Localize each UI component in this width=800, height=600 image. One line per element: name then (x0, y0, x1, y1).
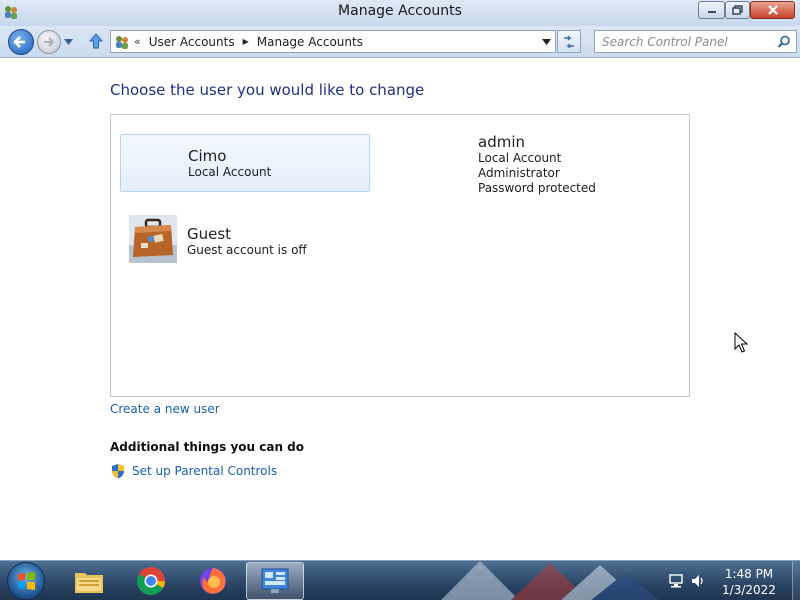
close-button[interactable] (750, 1, 795, 19)
page-title: Choose the user you would like to change (110, 81, 425, 99)
refresh-button[interactable] (557, 30, 581, 53)
file-explorer-icon (75, 573, 103, 593)
clock-date: 1/3/2022 (722, 583, 776, 597)
mouse-cursor-icon (734, 332, 748, 353)
recent-pages-dropdown-icon[interactable] (64, 38, 73, 46)
account-info: Guest Guest account is off (187, 225, 307, 258)
windows-logo-icon (18, 572, 35, 590)
taskbar-chrome[interactable] (122, 562, 180, 600)
taskbar: 1:48 PM 1/3/2022 (0, 560, 800, 600)
account-status: Guest account is off (187, 243, 307, 257)
create-new-user-link[interactable]: Create a new user (110, 402, 220, 416)
shield-icon (112, 464, 124, 479)
parental-controls-task[interactable]: Set up Parental Controls (110, 463, 277, 479)
close-icon (767, 5, 778, 15)
account-tile-cimo[interactable]: Cimo Local Account (120, 134, 370, 192)
search-box[interactable] (594, 30, 797, 53)
taskbar-firefox[interactable] (184, 562, 242, 600)
taskbar-file-explorer[interactable] (60, 562, 118, 600)
account-type: Local Account (478, 151, 562, 165)
parental-controls-link[interactable]: Set up Parental Controls (132, 464, 277, 478)
address-bar[interactable]: « User Accounts ▶ Manage Accounts (110, 30, 556, 53)
account-name: Guest (187, 225, 232, 243)
chrome-icon (137, 567, 165, 595)
search-icon[interactable] (777, 35, 791, 49)
title-bar: Manage Accounts (0, 0, 800, 26)
minimize-icon (707, 11, 716, 13)
search-input[interactable] (595, 31, 765, 52)
restore-icon (732, 5, 743, 15)
start-button[interactable] (7, 562, 45, 600)
maximize-button[interactable] (725, 1, 750, 19)
volume-icon[interactable] (690, 573, 706, 589)
account-tile-admin[interactable]: admin Local Account Administrator Passwo… (478, 133, 596, 196)
control-panel-icon (116, 35, 128, 49)
breadcrumb-user-accounts[interactable]: User Accounts (149, 35, 235, 49)
navigation-bar: « User Accounts ▶ Manage Accounts (0, 26, 800, 58)
forward-button[interactable] (37, 30, 61, 54)
window-title: Manage Accounts (338, 3, 462, 19)
refresh-icon (564, 35, 574, 48)
taskbar-control-panel[interactable] (246, 562, 304, 600)
address-dropdown-icon[interactable] (542, 39, 551, 45)
additional-tasks-heading: Additional things you can do (110, 440, 305, 454)
account-role: Administrator (478, 166, 560, 180)
account-tile-guest[interactable]: Guest Guest account is off (129, 215, 429, 265)
show-desktop-button[interactable] (792, 561, 800, 600)
network-icon[interactable] (668, 573, 684, 589)
minimize-button[interactable] (698, 1, 725, 19)
account-name: admin (478, 133, 525, 151)
system-clock[interactable]: 1:48 PM 1/3/2022 (712, 566, 786, 598)
forward-arrow-icon (44, 37, 55, 47)
firefox-icon (200, 568, 226, 594)
back-button[interactable] (8, 29, 34, 55)
breadcrumb-separator-icon[interactable]: ▶ (243, 37, 249, 46)
control-panel-icon (261, 568, 289, 593)
account-info: Cimo Local Account (188, 147, 271, 180)
account-password-status: Password protected (478, 181, 596, 195)
up-arrow-icon[interactable] (87, 32, 105, 50)
accounts-list: Cimo Local Account admin Local Account A… (110, 114, 690, 397)
breadcrumb-manage-accounts[interactable]: Manage Accounts (257, 35, 363, 49)
breadcrumb-overflow[interactable]: « (134, 35, 141, 48)
back-arrow-icon (13, 36, 25, 48)
account-type: Local Account (188, 165, 272, 179)
suitcase-picture (129, 215, 177, 263)
taskbar-background-art (441, 561, 659, 600)
clock-time: 1:48 PM (724, 567, 774, 581)
account-name: Cimo (188, 147, 227, 165)
